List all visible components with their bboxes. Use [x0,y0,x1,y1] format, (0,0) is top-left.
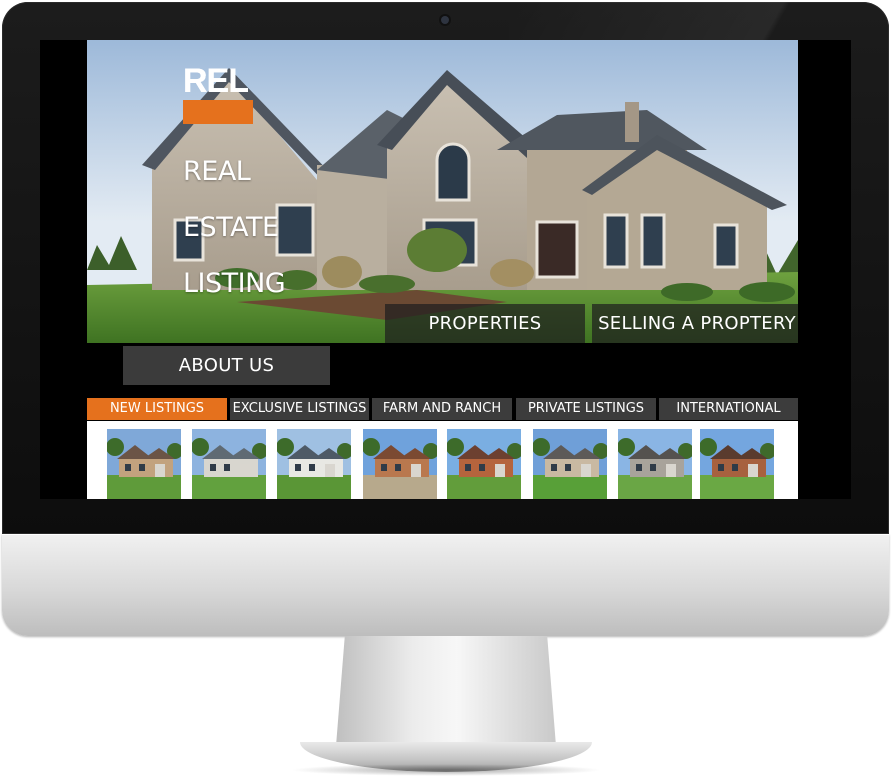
logo-line-listing: LISTING [183,268,286,299]
listing-thumbnail[interactable] [700,429,774,499]
logo-wordmark: REAL ESTATE LISTING [183,130,323,326]
house-thumbnail-image [533,429,607,499]
logo-mark: REL [183,62,249,100]
website-screen: REL REAL ESTATE LISTING PROPERTIES SELLI… [40,40,851,499]
tab-international[interactable]: INTERNATIONAL [659,398,798,420]
listing-thumbnails [87,421,798,499]
nav-about-button[interactable]: ABOUT US [123,346,330,385]
house-thumbnail-image [700,429,774,499]
hero-house-image: REL REAL ESTATE LISTING PROPERTIES SELLI… [87,40,798,343]
logo-line-estate: ESTATE [183,212,279,243]
listing-tabs: NEW LISTINGS EXCLUSIVE LISTINGS FARM AND… [87,398,798,420]
listing-thumbnail[interactable] [533,429,607,499]
logo-line-real: REAL [183,156,251,187]
stand-shadow [290,764,602,776]
listing-thumbnail[interactable] [107,429,181,499]
house-thumbnail-image [447,429,521,499]
tab-farm-and-ranch[interactable]: FARM AND RANCH [372,398,512,420]
listing-thumbnail[interactable] [447,429,521,499]
house-thumbnail-image [277,429,351,499]
monitor-stand [336,636,556,746]
listing-thumbnail[interactable] [363,429,437,499]
nav-properties-button[interactable]: PROPERTIES [385,304,585,343]
house-thumbnail-image [192,429,266,499]
listing-thumbnail[interactable] [192,429,266,499]
tab-exclusive-listings[interactable]: EXCLUSIVE LISTINGS [230,398,369,420]
house-thumbnail-image [107,429,181,499]
monitor-chin [2,534,889,636]
tab-private-listings[interactable]: PRIVATE LISTINGS [516,398,656,420]
listing-thumbnail[interactable] [277,429,351,499]
camera-icon [441,16,449,24]
nav-selling-button[interactable]: SELLING A PROPTERY [592,304,798,343]
house-thumbnail-image [363,429,437,499]
listing-thumbnail[interactable] [618,429,692,499]
site-logo[interactable]: REL REAL ESTATE LISTING [183,62,286,298]
house-thumbnail-image [618,429,692,499]
logo-orange-bar [183,100,253,124]
tab-new-listings[interactable]: NEW LISTINGS [87,398,227,420]
